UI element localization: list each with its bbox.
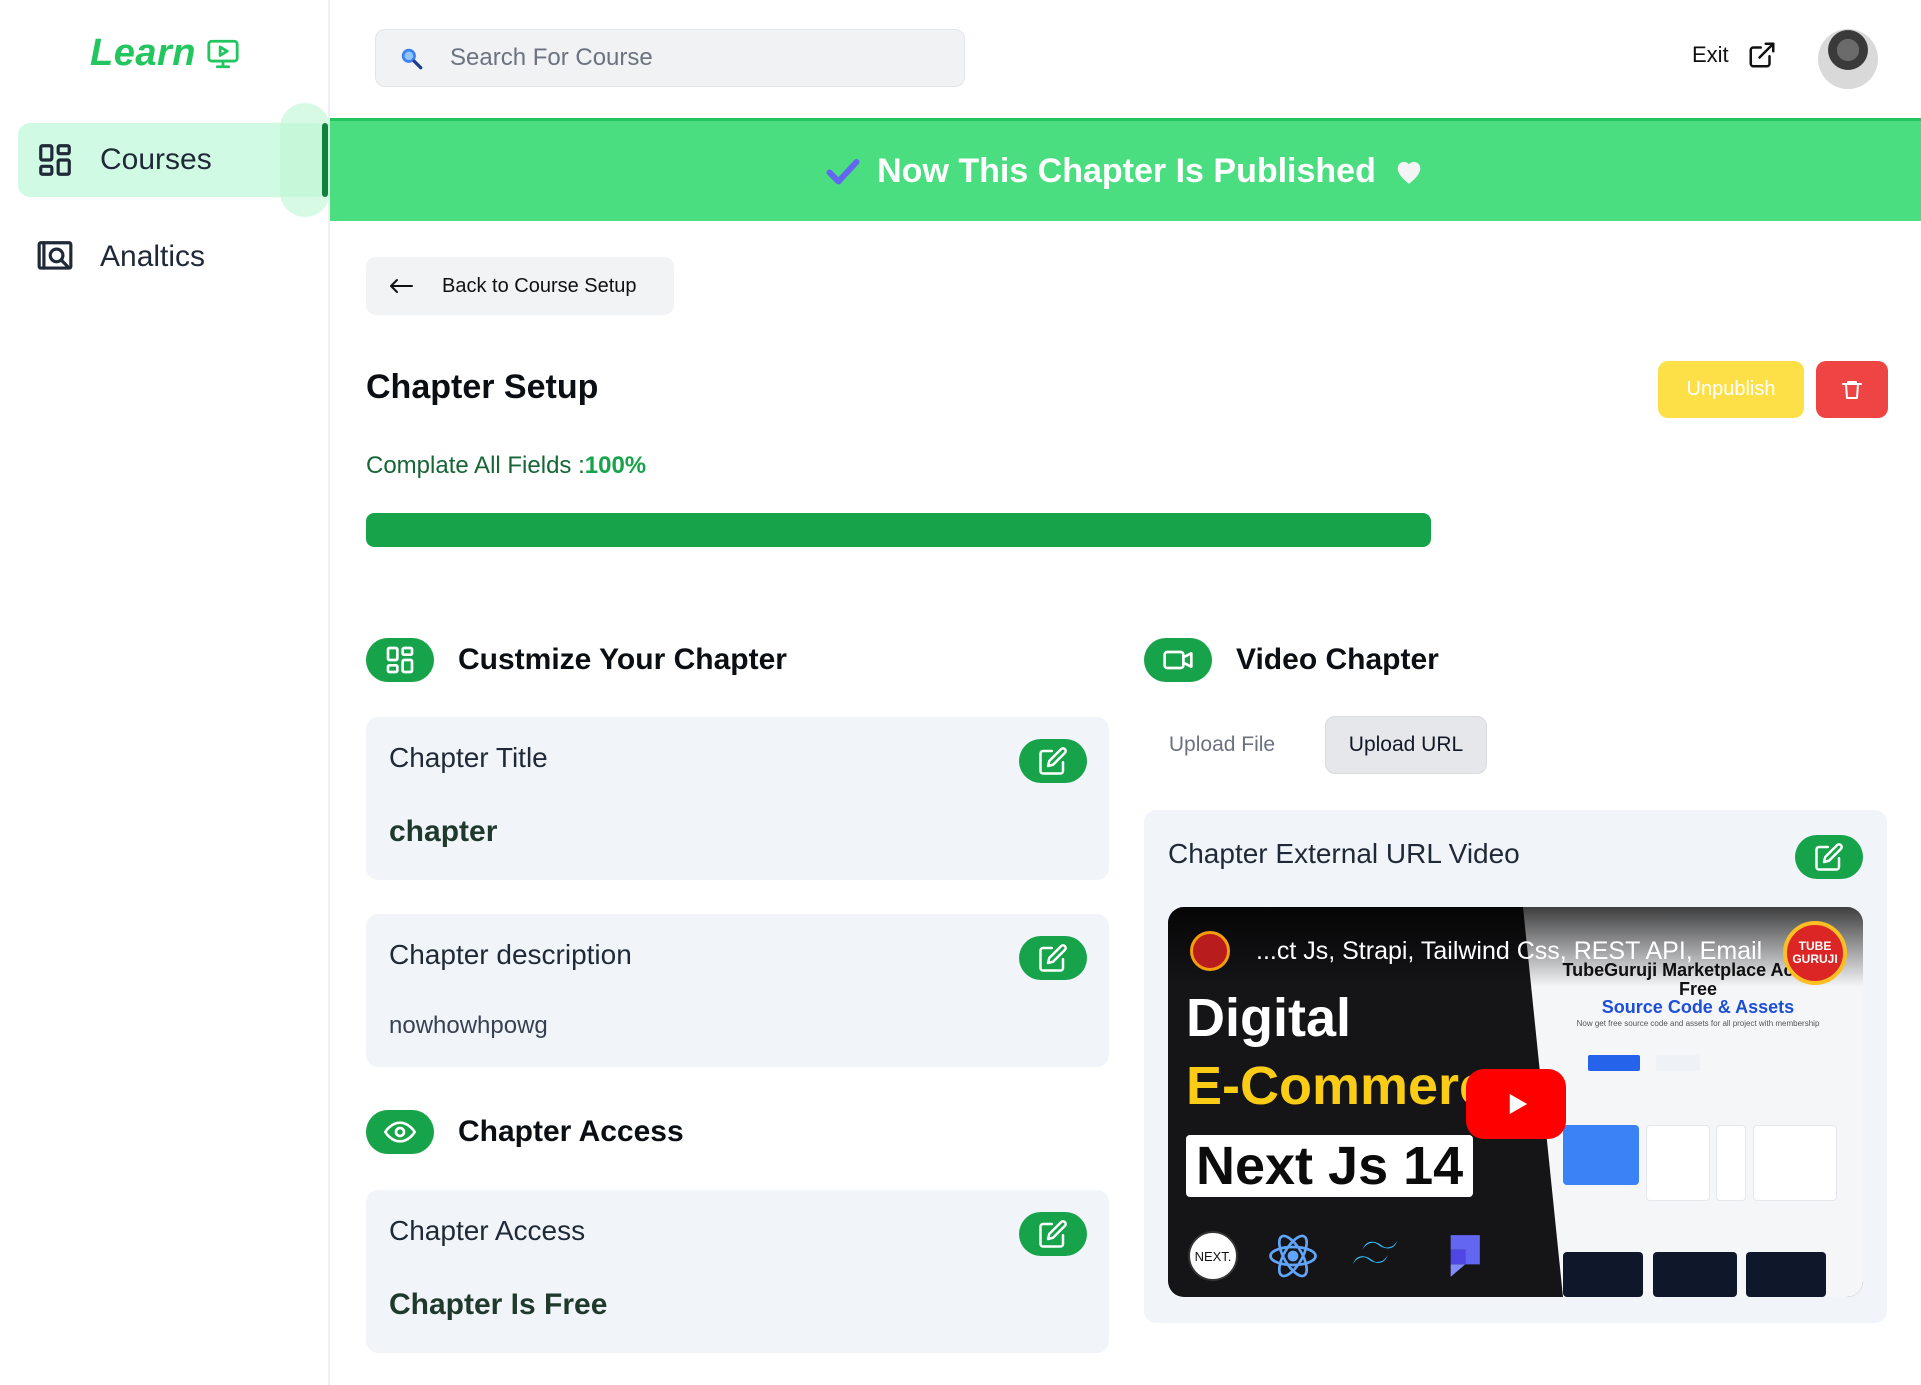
react-logo-icon — [1269, 1234, 1317, 1278]
check-icon — [826, 159, 860, 185]
active-indicator — [322, 123, 328, 197]
edit-title-button[interactable] — [1019, 739, 1087, 783]
logo-text: Learn — [90, 32, 196, 74]
progress-value: 100% — [584, 452, 647, 479]
tailwind-logo-icon — [1352, 1240, 1398, 1265]
edit-video-button[interactable] — [1795, 835, 1863, 879]
published-banner: Now This Chapter Is Published — [330, 118, 1921, 221]
heart-icon — [1397, 161, 1421, 184]
thumbnail-app-card — [1563, 1252, 1643, 1297]
external-link-icon — [1749, 42, 1775, 68]
tube-guruji-badge: TUBE GURUJI — [1783, 921, 1847, 985]
chapter-title-value: chapter — [389, 815, 498, 848]
progress-label-text: Complate All Fields : — [366, 452, 585, 479]
chapter-title-label: Chapter Title — [389, 742, 548, 773]
thumbnail-right-text: Now get free source code and assets for … — [1576, 1019, 1820, 1028]
thumbnail-app-card — [1753, 1125, 1837, 1201]
chapter-description-label: Chapter description — [389, 939, 632, 970]
trash-icon — [1842, 380, 1862, 399]
back-label: Back to Course Setup — [442, 274, 637, 297]
eye-icon — [384, 1121, 416, 1143]
arrow-left-icon — [390, 279, 413, 293]
chapter-description-card: Chapter description nowhowhpowg — [366, 914, 1109, 1067]
thumbnail-learn-more-button — [1656, 1055, 1700, 1071]
sidebar-item-analytics[interactable]: Analtics — [18, 220, 328, 294]
chapter-access-value: Chapter Is Free — [389, 1288, 608, 1321]
video-section-header: Video Chapter — [1144, 638, 1439, 682]
banner-text: Now This Chapter Is Published — [877, 151, 1376, 190]
video-url-label: Chapter External URL Video — [1168, 838, 1520, 869]
search-bar[interactable] — [375, 29, 965, 87]
access-section-header: Chapter Access — [366, 1110, 684, 1154]
nextjs-logo-icon: NEXT. — [1188, 1231, 1238, 1281]
thumbnail-explore-button — [1588, 1055, 1640, 1071]
analytics-icon — [37, 241, 73, 270]
page-title: Chapter Setup — [366, 368, 599, 406]
layout-grid-icon — [386, 646, 414, 674]
chapter-access-label: Chapter Access — [389, 1215, 586, 1246]
progress-fill — [366, 513, 1431, 547]
search-input[interactable] — [450, 44, 930, 72]
chapter-description-value: nowhowhpowg — [389, 1012, 548, 1039]
edit-icon — [1815, 843, 1843, 871]
tab-upload-url[interactable]: Upload URL — [1325, 716, 1487, 774]
user-avatar[interactable] — [1818, 29, 1878, 89]
customize-title: Custmize Your Chapter — [458, 643, 787, 676]
sidebar-item-courses[interactable]: Courses — [18, 103, 330, 217]
thumbnail-app-card — [1563, 1125, 1639, 1185]
access-title: Chapter Access — [458, 1115, 684, 1148]
edit-icon — [1039, 747, 1067, 775]
layout-icon-pill — [366, 638, 434, 682]
thumbnail-line-nextjs: Next Js 14 — [1186, 1135, 1474, 1197]
thumbnail-app-card — [1646, 1125, 1710, 1201]
monitor-play-icon — [207, 39, 239, 68]
thumbnail-right-subheading: Source Code & Assets — [1601, 997, 1795, 1017]
app-logo[interactable]: Learn — [90, 32, 240, 75]
progress-bar — [366, 513, 1431, 547]
thumbnail-app-card — [1716, 1125, 1746, 1201]
video-title-text[interactable]: ...ct Js, Strapi, Tailwind Css, REST API… — [1256, 937, 1762, 966]
tech-logos: NEXT. — [1188, 1229, 1484, 1283]
customize-section-header: Custmize Your Chapter — [366, 638, 787, 682]
back-to-course-button[interactable]: Back to Course Setup — [366, 257, 674, 315]
exit-label: Exit — [1692, 42, 1729, 67]
video-camera-icon — [1163, 650, 1193, 670]
chapter-access-card: Chapter Access Chapter Is Free — [366, 1190, 1109, 1353]
edit-icon — [1039, 944, 1067, 972]
chapter-title-card: Chapter Title chapter — [366, 717, 1109, 880]
sidebar-item-label: Analtics — [100, 240, 206, 273]
edit-icon — [1039, 1220, 1067, 1248]
thumbnail-app-card — [1653, 1252, 1737, 1297]
channel-avatar[interactable] — [1190, 931, 1230, 971]
video-icon-pill — [1144, 638, 1212, 682]
delete-button[interactable] — [1816, 361, 1888, 418]
video-player[interactable]: TubeGuruji Marketplace Access Free Sourc… — [1168, 907, 1863, 1297]
top-header: Exit — [330, 0, 1921, 118]
app-root: Learn Courses Analtics Search For Course… — [0, 0, 1921, 1385]
edit-description-button[interactable] — [1019, 936, 1087, 980]
search-icon — [401, 48, 423, 70]
tab-upload-file[interactable]: Upload File — [1144, 716, 1300, 774]
edit-access-button[interactable] — [1019, 1212, 1087, 1256]
play-icon — [1509, 1094, 1528, 1114]
exit-button[interactable]: Exit — [1692, 40, 1777, 70]
strapi-logo-icon — [1450, 1235, 1480, 1277]
unpublish-button[interactable]: Unpublish — [1658, 361, 1804, 418]
play-button[interactable] — [1466, 1069, 1566, 1139]
sidebar: Learn Courses Analtics — [0, 0, 330, 1385]
sidebar-item-label: Courses — [100, 143, 212, 176]
thumbnail-app-card — [1746, 1252, 1826, 1297]
thumbnail-line-digital: Digital — [1186, 988, 1352, 1048]
progress-label: Complate All Fields :100% — [366, 452, 646, 480]
video-title: Video Chapter — [1236, 643, 1439, 676]
eye-icon-pill — [366, 1110, 434, 1154]
dashboard-icon — [39, 144, 71, 176]
